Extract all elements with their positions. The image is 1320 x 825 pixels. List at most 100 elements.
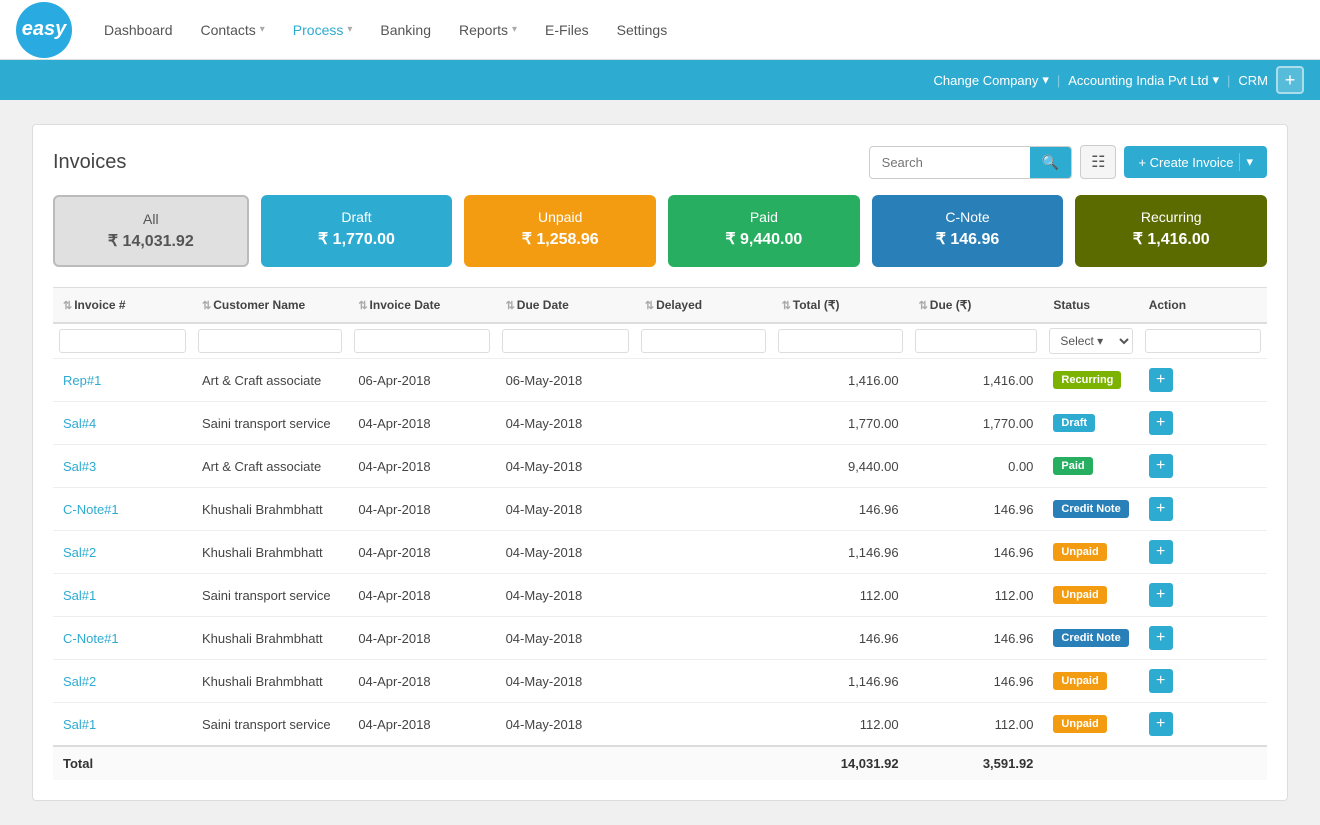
cell-invoice-date: 04-Apr-2018 <box>348 445 495 488</box>
search-box: 🔍 <box>869 146 1072 179</box>
action-btn[interactable]: + <box>1149 454 1173 478</box>
action-btn[interactable]: + <box>1149 497 1173 521</box>
nav-settings[interactable]: Settings <box>605 14 680 46</box>
topbar-plus-btn[interactable]: + <box>1276 66 1304 94</box>
action-btn[interactable]: + <box>1149 583 1173 607</box>
th-due_date[interactable]: ⇅Due Date <box>496 288 635 324</box>
cell-total: 1,146.96 <box>772 660 909 703</box>
cell-due-date: 04-May-2018 <box>496 402 635 445</box>
change-company-btn[interactable]: Change Company ▾ <box>934 72 1049 88</box>
cell-delayed <box>635 445 772 488</box>
filter-input-due[interactable] <box>915 329 1038 353</box>
invoices-card: Invoices 🔍 ☷ + Create Invoice ▾ All ₹ 14… <box>32 124 1288 801</box>
cell-status: Paid <box>1043 445 1138 488</box>
invoice-link[interactable]: Sal#3 <box>63 459 96 474</box>
page-title: Invoices <box>53 151 126 174</box>
total-empty <box>1043 746 1267 780</box>
cell-customer: Saini transport service <box>192 703 348 747</box>
filter-input-delayed[interactable] <box>641 329 766 353</box>
search-button[interactable]: 🔍 <box>1030 147 1071 178</box>
tile-amount-recurring: ₹ 1,416.00 <box>1091 229 1251 249</box>
create-invoice-button[interactable]: + Create Invoice ▾ <box>1124 146 1267 178</box>
top-bar: Change Company ▾ | Accounting India Pvt … <box>0 60 1320 100</box>
cell-invoice-num: Sal#2 <box>53 660 192 703</box>
cell-due: 146.96 <box>909 531 1044 574</box>
action-btn[interactable]: + <box>1149 368 1173 392</box>
sort-icon-invoice_date: ⇅ <box>358 300 367 312</box>
status-badge: Unpaid <box>1053 586 1106 604</box>
tile-paid[interactable]: Paid ₹ 9,440.00 <box>668 195 860 267</box>
invoice-link[interactable]: Rep#1 <box>63 373 101 388</box>
cell-invoice-date: 04-Apr-2018 <box>348 531 495 574</box>
th-invoice_date[interactable]: ⇅Invoice Date <box>348 288 495 324</box>
action-btn[interactable]: + <box>1149 411 1173 435</box>
card-header: Invoices 🔍 ☷ + Create Invoice ▾ <box>53 145 1267 179</box>
invoice-link[interactable]: Sal#2 <box>63 545 96 560</box>
total-due: 3,591.92 <box>909 746 1044 780</box>
sort-icon-total: ⇅ <box>782 300 791 312</box>
action-btn[interactable]: + <box>1149 669 1173 693</box>
th-customer_name[interactable]: ⇅Customer Name <box>192 288 348 324</box>
status-badge: Unpaid <box>1053 543 1106 561</box>
logo[interactable]: easy <box>16 2 72 58</box>
status-filter[interactable]: Select ▾ <box>1049 328 1132 354</box>
status-badge: Recurring <box>1053 371 1121 389</box>
summary-tiles: All ₹ 14,031.92 Draft ₹ 1,770.00 Unpaid … <box>53 195 1267 267</box>
crm-btn[interactable]: CRM <box>1238 73 1268 88</box>
cell-invoice-num: Sal#3 <box>53 445 192 488</box>
tile-all[interactable]: All ₹ 14,031.92 <box>53 195 249 267</box>
th-due[interactable]: ⇅Due (₹) <box>909 288 1044 324</box>
company-name-btn[interactable]: Accounting India Pvt Ltd ▾ <box>1068 72 1219 88</box>
invoice-link[interactable]: C-Note#1 <box>63 631 119 646</box>
action-btn[interactable]: + <box>1149 712 1173 736</box>
invoice-link[interactable]: Sal#4 <box>63 416 96 431</box>
tile-recurring[interactable]: Recurring ₹ 1,416.00 <box>1075 195 1267 267</box>
table-header: ⇅Invoice #⇅Customer Name⇅Invoice Date⇅Du… <box>53 288 1267 324</box>
grid-view-button[interactable]: ☷ <box>1080 145 1116 179</box>
invoice-link[interactable]: Sal#2 <box>63 674 96 689</box>
nav-banking[interactable]: Banking <box>368 14 443 46</box>
table-row: Sal#2 Khushali Brahmbhatt 04-Apr-2018 04… <box>53 660 1267 703</box>
th-total[interactable]: ⇅Total (₹) <box>772 288 909 324</box>
cell-invoice-num: Sal#1 <box>53 703 192 747</box>
th-delayed[interactable]: ⇅Delayed <box>635 288 772 324</box>
nav-reports[interactable]: Reports ▾ <box>447 14 529 46</box>
cell-invoice-num: C-Note#1 <box>53 488 192 531</box>
cell-total: 1,416.00 <box>772 359 909 402</box>
filter-input-invoice_date[interactable] <box>354 329 489 353</box>
change-company-arrow: ▾ <box>1042 72 1049 88</box>
filter-input-action[interactable] <box>1145 329 1261 353</box>
sort-icon-invoice_num: ⇅ <box>63 300 72 312</box>
cell-status: Draft <box>1043 402 1138 445</box>
nav-process[interactable]: Process ▾ <box>281 14 365 46</box>
btn-divider <box>1239 153 1240 171</box>
status-badge: Paid <box>1053 457 1092 475</box>
action-btn[interactable]: + <box>1149 540 1173 564</box>
cell-invoice-num: Sal#1 <box>53 574 192 617</box>
filter-input-customer_name[interactable] <box>198 329 342 353</box>
th-invoice_num[interactable]: ⇅Invoice # <box>53 288 192 324</box>
header-right: 🔍 ☷ + Create Invoice ▾ <box>869 145 1267 179</box>
nav-contacts[interactable]: Contacts ▾ <box>189 14 277 46</box>
status-badge: Unpaid <box>1053 715 1106 733</box>
invoice-link[interactable]: C-Note#1 <box>63 502 119 517</box>
tile-amount-paid: ₹ 9,440.00 <box>684 229 844 249</box>
filter-input-invoice_num[interactable] <box>59 329 186 353</box>
tile-cnote[interactable]: C-Note ₹ 146.96 <box>872 195 1064 267</box>
tile-draft[interactable]: Draft ₹ 1,770.00 <box>261 195 453 267</box>
search-input[interactable] <box>870 149 1030 176</box>
action-btn[interactable]: + <box>1149 626 1173 650</box>
sort-icon-due_date: ⇅ <box>506 300 515 312</box>
cell-customer: Art & Craft associate <box>192 445 348 488</box>
invoice-link[interactable]: Sal#1 <box>63 717 96 732</box>
cell-customer: Khushali Brahmbhatt <box>192 488 348 531</box>
nav-dashboard[interactable]: Dashboard <box>92 14 185 46</box>
cell-delayed <box>635 703 772 747</box>
tile-unpaid[interactable]: Unpaid ₹ 1,258.96 <box>464 195 656 267</box>
nav-efiles[interactable]: E-Files <box>533 14 601 46</box>
filter-input-total[interactable] <box>778 329 903 353</box>
invoice-link[interactable]: Sal#1 <box>63 588 96 603</box>
cell-invoice-num: Sal#4 <box>53 402 192 445</box>
cell-customer: Khushali Brahmbhatt <box>192 617 348 660</box>
filter-input-due_date[interactable] <box>502 329 629 353</box>
